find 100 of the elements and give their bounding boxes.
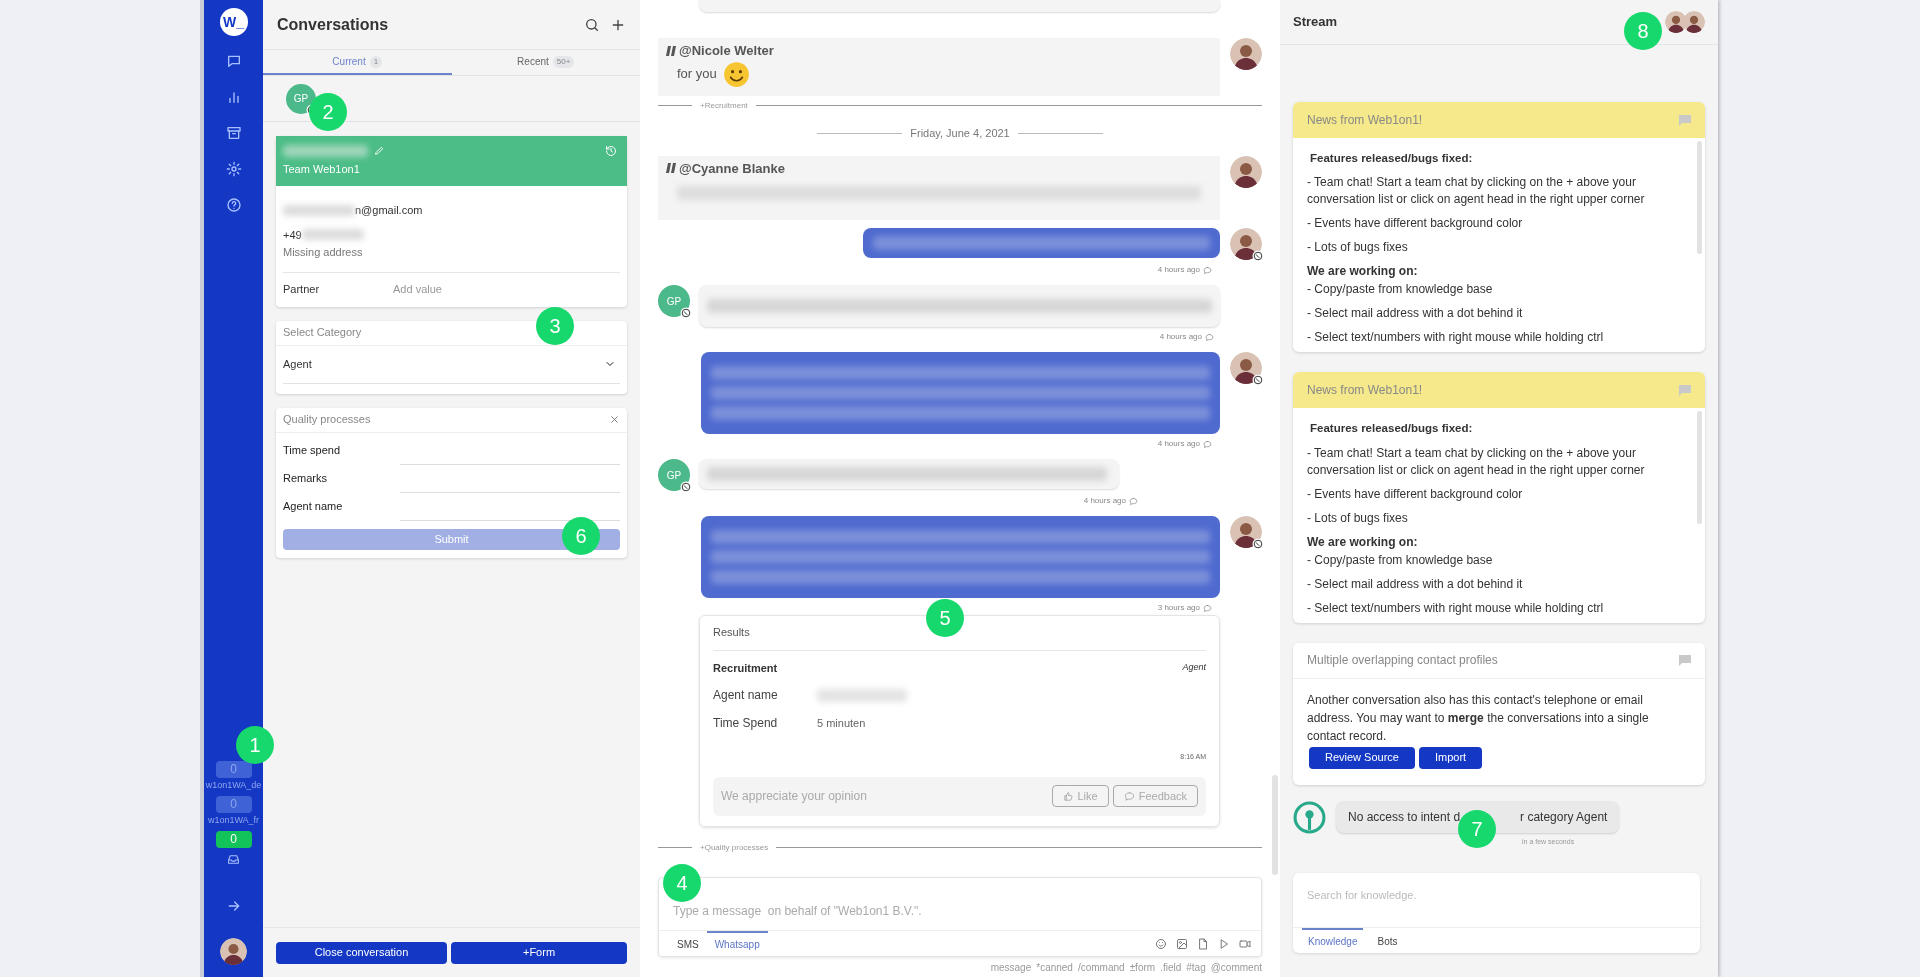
phone-chat-icon xyxy=(1203,439,1212,449)
avatar xyxy=(1683,11,1705,33)
channel-label: w1on1WA_de xyxy=(205,779,262,792)
scrollbar[interactable] xyxy=(1697,411,1702,525)
phone-chat-icon xyxy=(1203,603,1212,613)
avatar xyxy=(1230,352,1262,384)
news-item: - Lots of bugs fixes xyxy=(1307,509,1409,527)
author-name: @Cyanne Blanke xyxy=(679,159,785,178)
news-item: - Copy/paste from knowledge base xyxy=(1307,281,1494,299)
emoji-icon[interactable] xyxy=(1155,937,1167,950)
close-conversation-button[interactable]: Close conversation xyxy=(276,941,447,964)
history-icon[interactable] xyxy=(605,145,617,157)
image-icon[interactable] xyxy=(1176,937,1188,950)
phone-chat-icon xyxy=(1203,265,1212,275)
phone-chat-icon xyxy=(1252,374,1264,386)
team-name: Team Web1on1 xyxy=(283,161,361,177)
video-icon[interactable] xyxy=(1239,937,1251,950)
notice-text: Another conversation also has this contact's telephone or email address. You may want to merge the conversations into a single contact record. xyxy=(1307,691,1650,745)
play-icon[interactable] xyxy=(1218,937,1230,950)
message-text: r category Agent xyxy=(1520,809,1608,826)
news-item: - Select text/numbers with right mouse while holding ctrl xyxy=(1307,329,1605,347)
message-text: No access to intent d xyxy=(1348,809,1461,826)
tab[interactable]: Knowledge xyxy=(1302,928,1364,953)
blurred-text xyxy=(283,204,355,216)
channel-tab[interactable]: SMS xyxy=(669,931,707,956)
timestamp: 4 hours ago xyxy=(1083,495,1126,507)
news-item: - Select text/numbers with right mouse while holding ctrl xyxy=(1307,599,1605,617)
email-text: n@gmail.com xyxy=(355,203,423,218)
syntax-hint: ±form xyxy=(1129,960,1156,975)
channel-tab[interactable]: Whatsapp xyxy=(706,931,768,956)
settings-icon[interactable] xyxy=(225,161,242,177)
tab-count: 1 xyxy=(369,55,383,68)
news-item: - Select mail address with a dot behind it xyxy=(1307,575,1524,593)
panel-title: Conversations xyxy=(277,14,389,35)
close-icon[interactable] xyxy=(609,414,620,425)
syntax-hint: #tag xyxy=(1186,960,1206,975)
app-logo[interactable]: W_ xyxy=(219,8,248,36)
phone-chat-icon xyxy=(1252,250,1264,262)
news-item: - Select mail address with a dot behind it xyxy=(1307,305,1524,323)
scrollbar[interactable] xyxy=(1272,775,1278,875)
edit-icon[interactable] xyxy=(374,145,385,157)
field-label: Agent name xyxy=(713,687,779,704)
news-item: - Events have different background color xyxy=(1307,215,1524,233)
news-item: - Team chat! Start a team chat by clicking on the + above your conversation list or click on agent head in the right upper corner xyxy=(1307,174,1646,209)
news-item: - Team chat! Start a team chat by clicking on the + above your conversation list or click on agent head in the right upper corner xyxy=(1307,444,1646,479)
review-source-button[interactable]: Review Source xyxy=(1309,746,1415,769)
import-button[interactable]: Import xyxy=(1419,746,1483,769)
timestamp: 4 hours ago xyxy=(1159,331,1202,343)
syntax-hint: *canned xyxy=(1036,960,1073,975)
search-icon[interactable] xyxy=(584,16,600,33)
message-icon[interactable] xyxy=(1679,654,1691,666)
phone-text: +49 xyxy=(283,227,302,243)
contact-avatar[interactable]: GP xyxy=(286,83,316,114)
tab[interactable]: Recent 50+ xyxy=(451,50,640,75)
file-icon[interactable] xyxy=(1197,937,1209,950)
syntax-hint: message xyxy=(990,960,1032,975)
timestamp: 4 hours ago xyxy=(1157,438,1200,450)
syntax-hint: .field xyxy=(1160,960,1182,975)
tab[interactable]: Current 1 xyxy=(263,50,452,75)
event-label: +Quality processes xyxy=(699,841,770,854)
avatar xyxy=(1230,38,1262,70)
smiley-icon xyxy=(722,60,750,88)
contact-avatar: GP xyxy=(658,285,690,317)
phone-chat-icon xyxy=(680,307,692,319)
phone-chat-icon xyxy=(1252,538,1264,550)
section-heading: Features released/bugs fixed: xyxy=(1309,151,1474,166)
message-input[interactable]: Type a message on behalf of "Web1on1 B.V.". xyxy=(673,902,1247,920)
chat-icon[interactable] xyxy=(225,53,242,69)
section-heading: We are working on: xyxy=(1307,263,1419,281)
inbox-icon[interactable] xyxy=(227,853,240,866)
help-icon[interactable] xyxy=(225,197,242,213)
news-item: - Events have different background color xyxy=(1307,485,1524,503)
add-form-button[interactable]: +Form xyxy=(451,941,627,964)
phone-chat-icon xyxy=(680,481,692,493)
archive-icon[interactable] xyxy=(225,125,242,141)
avatar xyxy=(1230,155,1262,188)
contact-avatar: GP xyxy=(658,459,690,491)
tab[interactable]: Bots xyxy=(1371,928,1404,953)
date-label: Friday, June 4, 2021 xyxy=(909,126,1011,142)
tab-count: 50+ xyxy=(552,55,575,68)
speech-bubble-icon xyxy=(1123,790,1135,802)
quote-icon xyxy=(665,163,677,174)
bot-icon xyxy=(1293,800,1326,834)
avatar xyxy=(1230,516,1262,548)
author-name: @Nicole Welter xyxy=(679,42,774,60)
card-title: News from Web1on1! xyxy=(1307,382,1424,400)
section-heading: Features released/bugs fixed: xyxy=(1309,421,1474,437)
feedback-prompt: We appreciate your opinion xyxy=(721,788,868,805)
phone-chat-icon xyxy=(1205,332,1214,342)
partner-field[interactable]: Add value xyxy=(393,281,593,298)
category-tag: Agent xyxy=(1182,661,1206,675)
card-title: Quality processes xyxy=(283,412,372,428)
category-select[interactable]: Agent xyxy=(283,345,620,384)
panel-title: Stream xyxy=(1293,13,1338,32)
scrollbar[interactable] xyxy=(1697,141,1702,254)
section-heading: We are working on: xyxy=(1307,533,1419,551)
quote-icon xyxy=(665,45,677,56)
knowledge-search-field[interactable]: Search for knowledge. xyxy=(1307,887,1686,903)
address-text: Missing address xyxy=(283,244,620,273)
card-title: News from Web1on1! xyxy=(1307,112,1424,129)
